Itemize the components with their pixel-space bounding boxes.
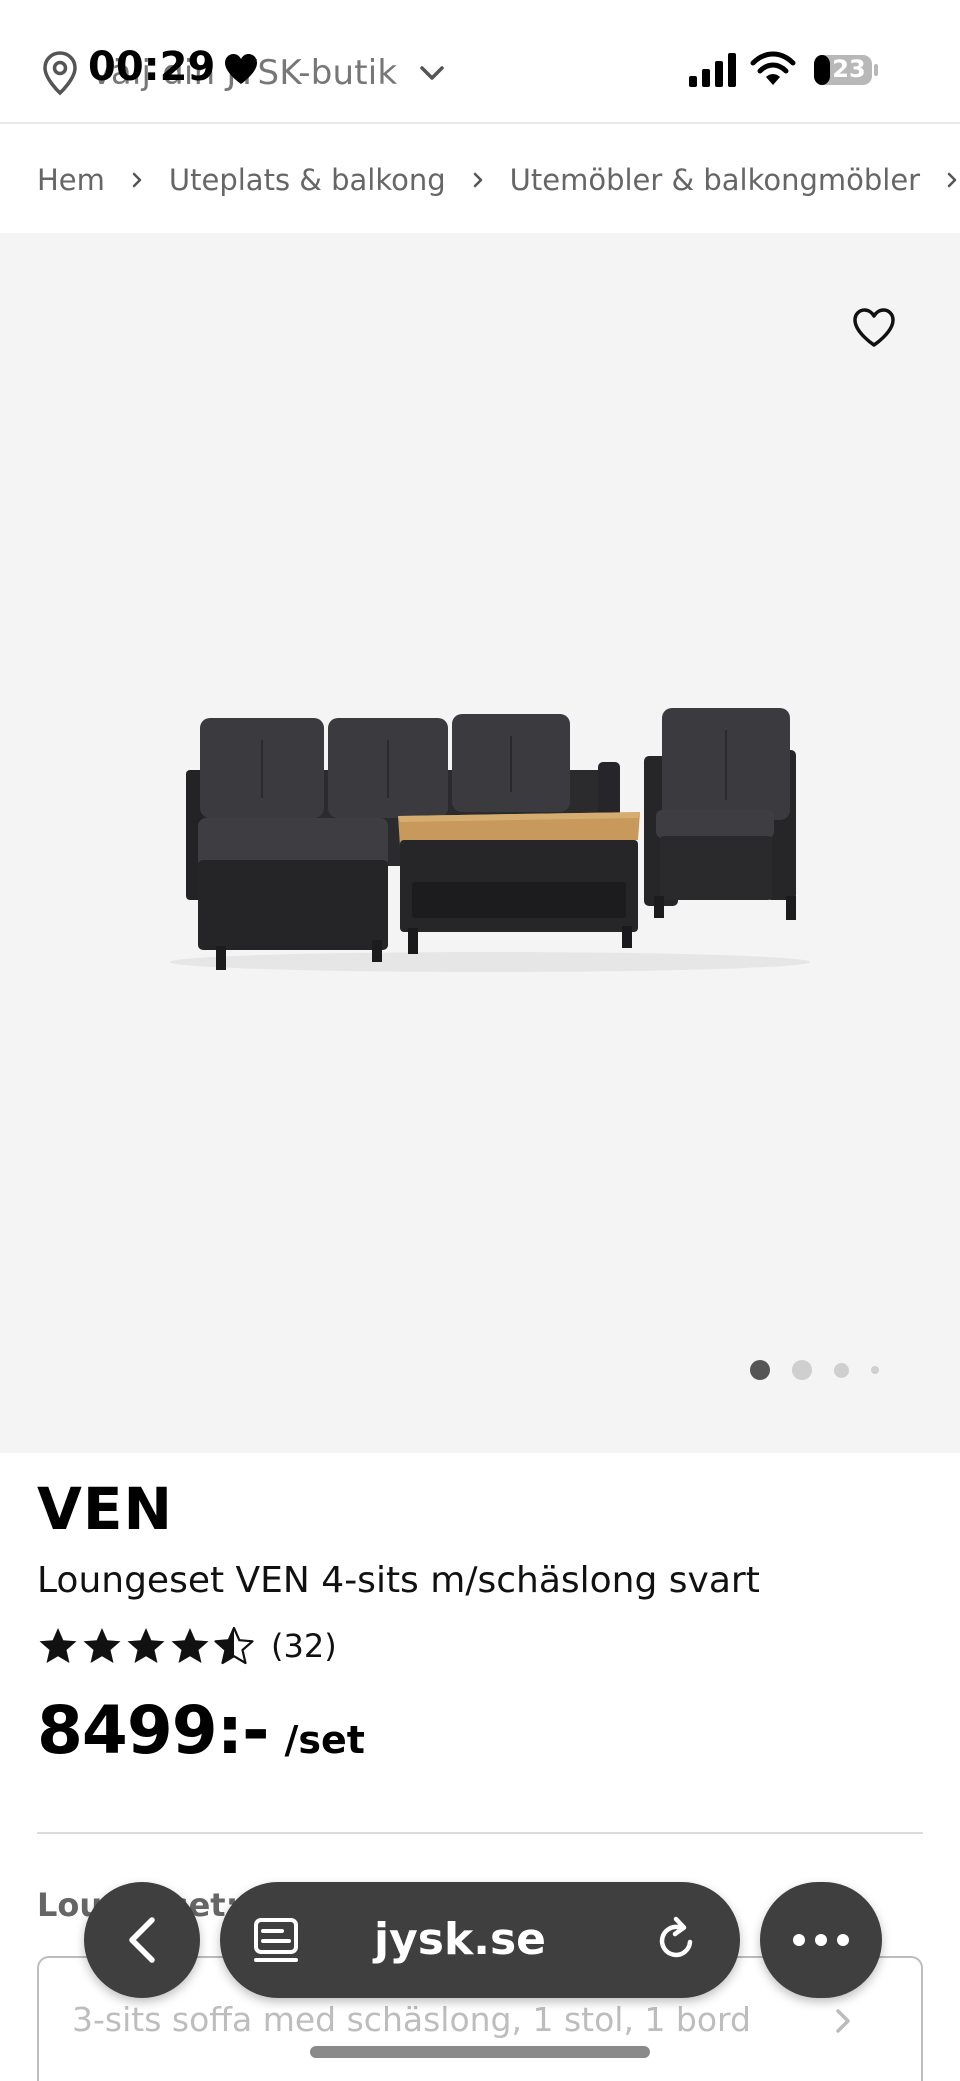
divider xyxy=(37,1832,923,1834)
review-count: (32) xyxy=(271,1627,337,1665)
variant-selected-value: 3-sits soffa med schäslong, 1 stol, 1 bo… xyxy=(72,2000,751,2039)
tabs-icon xyxy=(254,1918,298,1962)
product-rating[interactable]: (32) xyxy=(37,1622,337,1670)
heart-icon xyxy=(225,54,257,84)
home-indicator[interactable] xyxy=(310,2046,650,2058)
pagination-dot-active[interactable] xyxy=(750,1360,770,1380)
gallery-pagination xyxy=(750,1360,901,1380)
product-price: 8499:- /set xyxy=(37,1692,365,1769)
back-icon xyxy=(129,1917,155,1963)
chevron-right-icon xyxy=(947,172,957,188)
chevron-right-icon xyxy=(132,172,142,188)
reload-icon[interactable] xyxy=(650,1914,702,1966)
chevron-right-icon xyxy=(473,172,482,188)
price-unit: /set xyxy=(284,1718,365,1762)
pagination-dot[interactable] xyxy=(834,1362,849,1378)
chevron-right-icon xyxy=(836,2009,850,2033)
breadcrumb-item-hem[interactable]: Hem xyxy=(37,163,105,197)
breadcrumb: Hem Uteplats & balkong Utemöbler & balko… xyxy=(37,150,960,210)
breadcrumb-item-utemobler[interactable]: Utemöbler & balkongmöbler xyxy=(510,163,920,197)
location-pin-icon xyxy=(43,51,77,96)
chevron-down-icon xyxy=(420,66,445,80)
signal-icon xyxy=(689,53,736,87)
pagination-dot[interactable] xyxy=(871,1366,879,1374)
star-half-icon xyxy=(214,1626,254,1665)
pagination-dot[interactable] xyxy=(792,1360,812,1380)
product-image xyxy=(170,708,810,972)
more-button[interactable] xyxy=(760,1882,882,1998)
back-button[interactable] xyxy=(84,1882,200,1998)
favorite-button[interactable] xyxy=(848,302,900,354)
star-filled-icon xyxy=(171,1628,209,1663)
battery-level: 23 xyxy=(832,55,866,83)
status-time: 00:29 xyxy=(88,44,216,90)
url-text: jysk.se xyxy=(374,1914,546,1965)
address-bar[interactable]: jysk.se xyxy=(220,1882,740,1998)
price-value: 8499:- xyxy=(37,1692,269,1769)
product-brand: VEN xyxy=(37,1475,174,1543)
product-name: Loungeset VEN 4-sits m/schäslong svart xyxy=(37,1560,760,1601)
wifi-icon xyxy=(750,51,796,85)
heart-outline-icon xyxy=(853,308,895,347)
more-icon xyxy=(793,1934,849,1946)
star-filled-icon xyxy=(83,1628,121,1663)
breadcrumb-item-uteplats[interactable]: Uteplats & balkong xyxy=(169,163,446,197)
star-filled-icon xyxy=(39,1628,77,1663)
star-filled-icon xyxy=(127,1628,165,1663)
